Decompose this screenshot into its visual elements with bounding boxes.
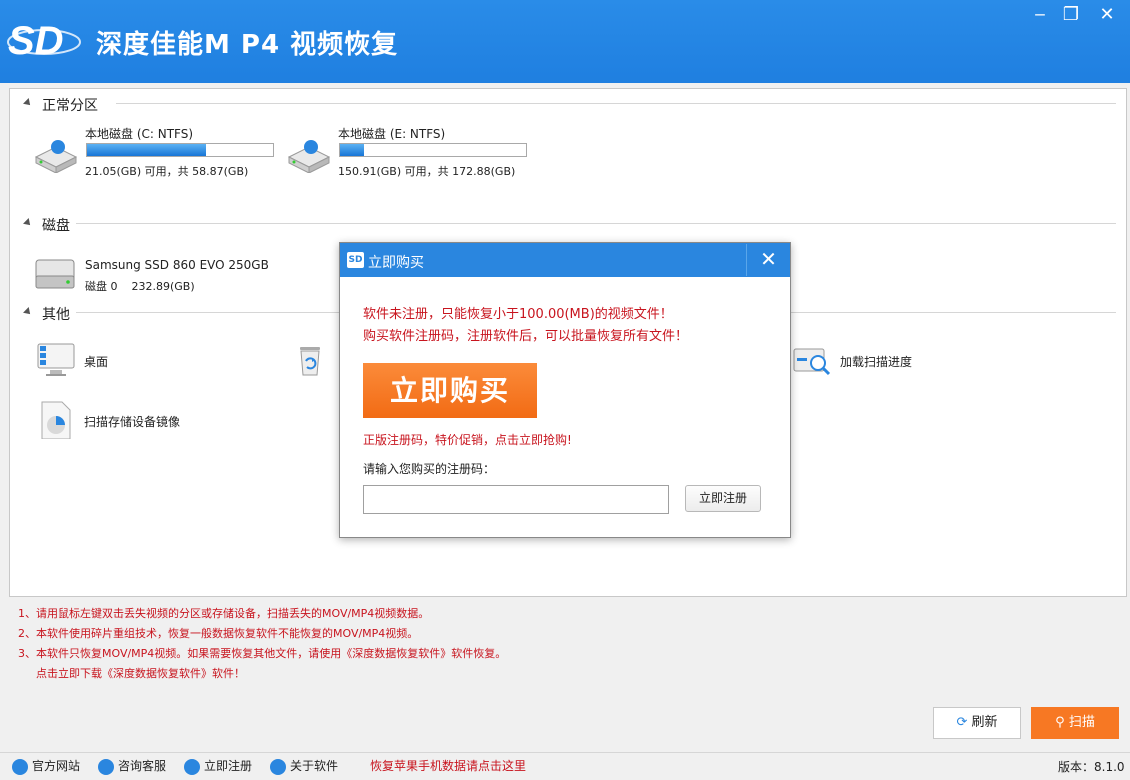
scan-button[interactable]: ⚲ 扫描 — [1031, 707, 1119, 739]
note-line: 3、本软件只恢复MOV/MP4视频。如果需要恢复其他文件，请使用《深度数据恢复软… — [18, 647, 507, 660]
link-label: 官方网站 — [32, 759, 81, 773]
collapse-triangle-icon[interactable] — [23, 218, 33, 228]
refresh-icon: ⟳ — [956, 715, 968, 730]
disk-samsung[interactable]: Samsung SSD 860 EVO 250GB 磁盘 0 232.89(GB… — [34, 256, 294, 296]
hard-drive-icon — [34, 140, 78, 173]
minimize-button[interactable]: ‒ — [1025, 2, 1055, 28]
refresh-label: 刷新 — [971, 715, 998, 730]
dialog-title-bar: SD 立即购买 ✕ — [340, 243, 790, 277]
section-disk[interactable]: 磁盘 — [23, 215, 1116, 235]
link-label: 立即注册 — [204, 759, 253, 773]
partition-name: 本地磁盘 (C: NTFS) — [85, 127, 194, 141]
other-label: 加载扫描进度 — [840, 355, 913, 369]
scan-label: 扫描 — [1068, 715, 1095, 730]
section-normal-partitions[interactable]: 正常分区 — [23, 95, 1116, 115]
load-scan-progress-icon — [793, 348, 831, 376]
registration-code-input[interactable] — [363, 485, 669, 514]
app-title: 深度佳能M P4 视频恢复 — [96, 30, 399, 60]
other-label: 扫描存储设备镜像 — [84, 415, 181, 429]
iphone-recovery-link[interactable]: 恢复苹果手机数据请点击这里 — [370, 757, 526, 774]
info-icon — [270, 758, 286, 775]
download-link[interactable]: 点击立即下载《深度数据恢复软件》软件！ — [18, 664, 506, 684]
usage-bar-fill — [87, 144, 207, 156]
close-button[interactable]: ✕ — [1092, 2, 1122, 28]
status-bar: 官方网站 咨询客服 立即注册 关于软件 恢复苹果手机数据请点击这里 版本：8.1… — [0, 752, 1130, 780]
purchase-message: 购买软件注册码，注册软件后，可以批量恢复所有文件！ — [363, 329, 689, 344]
partition-name: 本地磁盘 (E: NTFS) — [338, 127, 446, 141]
disk-icon — [35, 259, 75, 289]
register-link[interactable]: 立即注册 — [184, 757, 252, 775]
buy-now-button[interactable]: 立即购买 — [363, 363, 537, 418]
recycle-bin-icon — [300, 347, 320, 376]
partition-c[interactable]: 本地磁盘 (C: NTFS) 21.05(GB) 可用，共 58.87(GB) — [32, 125, 282, 180]
app-logo-icon: SD — [7, 19, 81, 62]
support-icon — [98, 758, 114, 775]
partition-e[interactable]: 本地磁盘 (E: NTFS) 150.91(GB) 可用，共 172.88(GB… — [285, 125, 535, 180]
svg-text:SD: SD — [8, 19, 64, 62]
unregistered-message: 软件未注册，只能恢复小于100.00(MB)的视频文件！ — [363, 307, 673, 322]
version-label: 版本：8.1.0 — [1058, 760, 1125, 774]
section-divider — [116, 103, 1116, 104]
link-label: 关于软件 — [290, 759, 339, 773]
promo-link[interactable]: 正版注册码，特价促销，点击立即抢购! — [363, 431, 572, 448]
search-icon: ⚲ — [1055, 715, 1065, 730]
partition-info: 21.05(GB) 可用，共 58.87(GB) — [85, 165, 249, 178]
dialog-title: 立即购买 — [368, 255, 424, 271]
dialog-close-button[interactable]: ✕ — [746, 244, 790, 276]
registration-code-label: 请输入您购买的注册码： — [363, 462, 496, 476]
register-button[interactable]: 立即注册 — [685, 485, 761, 512]
collapse-triangle-icon[interactable] — [23, 98, 33, 108]
partition-info: 150.91(GB) 可用，共 172.88(GB) — [338, 165, 516, 178]
note-line: 2、本软件使用碎片重组技术，恢复一般数据恢复软件不能恢复的MOV/MP4视频。 — [18, 627, 419, 640]
maximize-button[interactable]: ❐ — [1056, 2, 1086, 28]
disk-info: 磁盘 0 232.89(GB) — [85, 280, 195, 293]
hard-drive-icon — [287, 140, 331, 173]
disk-image-icon — [41, 401, 71, 439]
section-label: 正常分区 — [42, 98, 98, 114]
dialog-logo-icon: SD — [347, 252, 364, 268]
section-label: 其他 — [42, 307, 70, 323]
refresh-button[interactable]: ⟳ 刷新 — [933, 707, 1021, 739]
buy-now-dialog: SD 立即购买 ✕ 软件未注册，只能恢复小于100.00(MB)的视频文件！ 购… — [339, 242, 791, 538]
title-bar: SD 深度佳能M P4 视频恢复 ‒ ❐ ✕ — [0, 0, 1130, 83]
customer-service-link[interactable]: 咨询客服 — [98, 757, 166, 775]
home-icon — [12, 758, 28, 775]
instruction-notes: 1、请用鼠标左键双击丢失视频的分区或存储设备，扫描丢失的MOV/MP4视频数据。… — [18, 604, 506, 684]
section-divider — [76, 223, 1116, 224]
link-label: 咨询客服 — [118, 759, 167, 773]
user-icon — [184, 758, 200, 775]
official-site-link[interactable]: 官方网站 — [12, 757, 80, 775]
desktop-icon — [37, 343, 75, 376]
collapse-triangle-icon[interactable] — [23, 307, 33, 317]
usage-bar — [339, 143, 527, 157]
disk-name: Samsung SSD 860 EVO 250GB — [85, 258, 269, 272]
usage-bar-fill — [340, 144, 365, 156]
usage-bar — [86, 143, 274, 157]
other-label: 桌面 — [84, 355, 109, 369]
about-link[interactable]: 关于软件 — [270, 757, 338, 775]
note-line: 1、请用鼠标左键双击丢失视频的分区或存储设备，扫描丢失的MOV/MP4视频数据。 — [18, 607, 430, 620]
section-label: 磁盘 — [42, 218, 70, 234]
